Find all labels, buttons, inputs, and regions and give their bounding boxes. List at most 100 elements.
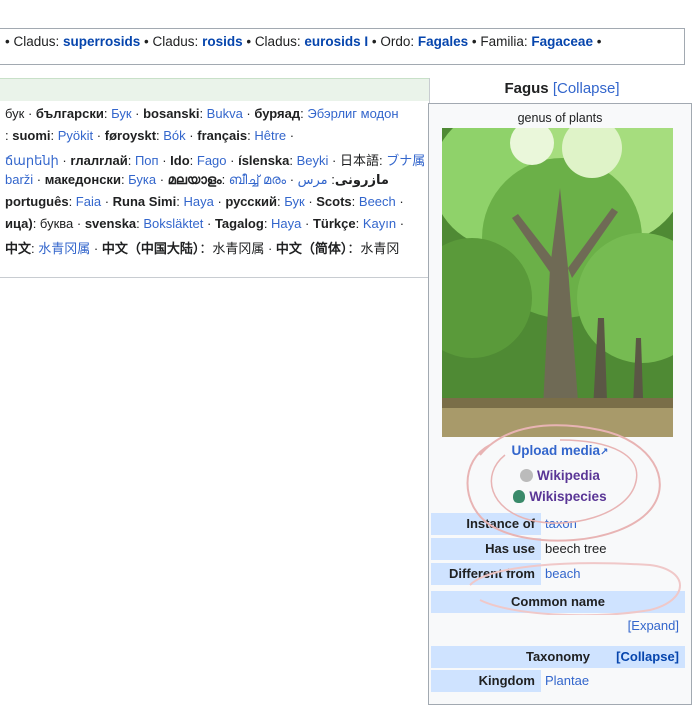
language-name: 中文 <box>5 241 32 256</box>
taxonomy-bar: • Cladus: superrosids • Cladus: rosids •… <box>0 28 685 65</box>
upload-media-link[interactable]: Upload media↗ <box>429 443 691 458</box>
tree-illustration <box>442 128 673 437</box>
language-link[interactable]: مرس <box>298 172 328 187</box>
language-link[interactable]: Эбэрлиг модон <box>307 106 398 121</box>
taxbar-rank-link[interactable]: superrosids <box>63 34 140 49</box>
wikispecies-link[interactable]: Wikispecies <box>429 489 691 504</box>
language-link[interactable]: Boksläktet <box>143 216 203 231</box>
language-link[interactable]: Beech <box>359 194 396 209</box>
language-link[interactable]: Haya <box>183 194 213 209</box>
language-link[interactable]: Faia <box>76 194 101 209</box>
language-link[interactable]: ブナ属 <box>386 153 425 168</box>
taxbar-rank-label: Cladus: <box>13 34 64 49</box>
language-name: буряад <box>254 106 301 121</box>
language-link[interactable]: Pyökit <box>58 128 93 143</box>
taxonomy-bar-content: • Cladus: superrosids • Cladus: rosids •… <box>0 29 684 55</box>
language-link[interactable]: Beyki <box>297 153 329 168</box>
language-link[interactable]: Hêtre <box>254 128 286 143</box>
language-link[interactable]: Бука <box>128 172 156 187</box>
language-link[interactable]: Бук <box>284 194 304 209</box>
language-name: Scots <box>316 194 352 209</box>
common-name-header: Common name <box>431 591 685 613</box>
language-name: íslenska <box>238 153 290 168</box>
instance-of-label: Instance of <box>431 513 541 535</box>
language-text: · <box>156 172 168 187</box>
expand-link[interactable]: [Expand] <box>628 618 679 633</box>
language-link[interactable]: Bók <box>163 128 185 143</box>
language-text: · <box>158 153 171 168</box>
language-link[interactable]: Fago <box>197 153 227 168</box>
language-text: · <box>395 194 404 209</box>
language-line: português: Faia · Runa Simi: Haya · русс… <box>5 194 429 209</box>
language-text: : <box>103 106 112 121</box>
language-text: · <box>301 216 313 231</box>
instance-of-value[interactable]: taxon <box>545 513 577 535</box>
infobox-title: Fagus [Collapse] <box>428 80 696 97</box>
language-name: português <box>5 194 69 209</box>
language-link[interactable]: Бук <box>111 106 131 121</box>
language-text: 日本語 <box>340 153 380 168</box>
taxbar-rank-label: Familia: <box>480 34 532 49</box>
language-name: 中文（中国大陆） <box>101 241 200 256</box>
language-text: · <box>286 128 295 143</box>
language-text: : <box>221 172 229 187</box>
language-text: · <box>33 172 45 187</box>
language-link[interactable]: Поп <box>135 153 159 168</box>
language-name: svenska <box>84 216 137 231</box>
wikispecies-label: Wikispecies <box>529 489 607 504</box>
beech-tree-photo[interactable] <box>442 128 673 437</box>
language-text: · <box>213 194 226 209</box>
language-link[interactable]: Kayın <box>363 216 396 231</box>
language-text: : <box>289 153 297 168</box>
kingdom-label: Kingdom <box>431 670 541 692</box>
language-name: മലയാളം <box>167 172 222 187</box>
taxbar-rank-label: Ordo: <box>380 34 418 49</box>
kingdom-value[interactable]: Plantae <box>545 670 589 692</box>
language-text: · <box>90 241 102 256</box>
language-text: · <box>203 216 215 231</box>
has-use-value: beech tree <box>545 541 607 556</box>
language-line: ճարենի · rлaлrлай: Поп · Ido: Fago · ísl… <box>5 150 429 169</box>
collapse-link[interactable]: [Collapse] <box>553 80 620 97</box>
taxbar-rank-link[interactable]: Fagaceae <box>531 34 593 49</box>
language-link[interactable]: ബീച്ച് മരം <box>229 172 286 187</box>
taxbar-separator: • <box>592 34 602 49</box>
language-link[interactable]: Haya <box>271 216 301 231</box>
taxbar-rank-link[interactable]: eurosids I <box>304 34 368 49</box>
different-from-label: Different from <box>431 563 541 585</box>
language-text: : <box>351 194 359 209</box>
language-text: : <box>199 106 207 121</box>
instance-of-row: Instance of taxon <box>431 513 685 535</box>
language-link[interactable]: ճարենի <box>5 153 59 168</box>
language-name: rлaлrлай <box>70 153 128 168</box>
language-link[interactable]: barži <box>5 172 33 187</box>
wikipedia-link[interactable]: Wikipedia <box>429 468 691 483</box>
language-name: Runa Simi <box>112 194 177 209</box>
wikipedia-label: Wikipedia <box>537 468 600 483</box>
language-line: : suomi: Pyökit · føroyskt: Bók · frança… <box>5 128 429 143</box>
taxonomy-collapse-link[interactable]: [Collapse] <box>616 646 679 668</box>
language-link[interactable]: 水青冈属 <box>38 241 90 256</box>
taxbar-rank-link[interactable]: rosids <box>202 34 243 49</box>
language-text: : буква · <box>32 216 85 231</box>
language-text: : <box>50 128 58 143</box>
infobox: genus of plants Upload media↗ Wikipedia … <box>428 103 692 705</box>
taxbar-rank-label: Cladus: <box>254 34 305 49</box>
language-text: · <box>242 106 255 121</box>
language-text: · <box>101 194 113 209</box>
language-name: bosanski <box>143 106 200 121</box>
language-text: : <box>355 216 363 231</box>
language-name: føroyskt <box>104 128 157 143</box>
different-from-value[interactable]: beach <box>545 563 580 585</box>
external-link-icon: ↗ <box>600 447 609 458</box>
language-link[interactable]: Bukva <box>207 106 243 121</box>
taxbar-rank-link[interactable]: Fagales <box>418 34 468 49</box>
language-name: Ido <box>170 153 190 168</box>
languages-box: бук · български: Бук · bosanski: Bukva ·… <box>0 78 430 278</box>
taxon-title: Fagus <box>504 80 549 97</box>
language-line: 中文: 水青冈属 · 中文（中国大陆）：水青冈属 · 中文（简体）：水青冈 <box>5 238 429 257</box>
language-text: : <box>263 216 272 231</box>
language-name: български <box>35 106 104 121</box>
language-text: ：水青冈 <box>347 241 400 256</box>
language-text: · <box>396 216 405 231</box>
